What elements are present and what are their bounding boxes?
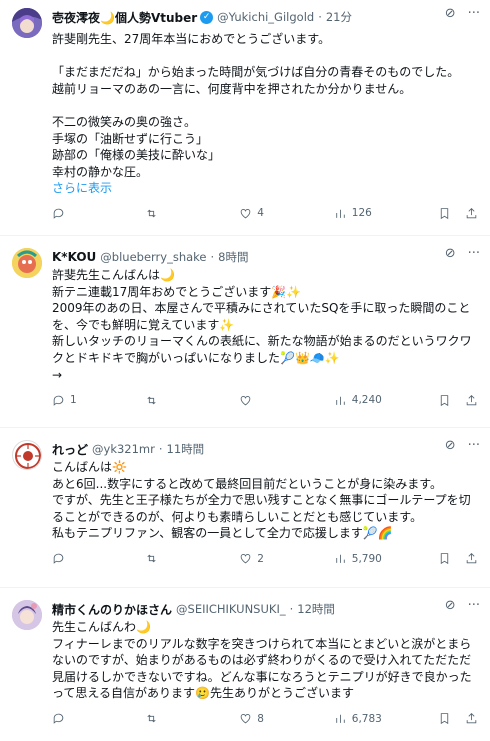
share-button[interactable] <box>465 552 478 565</box>
repost-icon <box>147 396 156 405</box>
like-button[interactable]: 8 <box>239 712 334 725</box>
bookmark-icon <box>440 553 449 565</box>
share-icon <box>466 553 477 564</box>
reply-button[interactable] <box>52 552 145 565</box>
grok-icon[interactable]: ⊘ <box>445 598 456 613</box>
bookmark-icon <box>440 394 449 406</box>
bar-chart-icon <box>336 555 345 564</box>
bookmark-icon <box>440 208 449 220</box>
grok-icon[interactable]: ⊘ <box>445 246 456 261</box>
bookmark-button[interactable] <box>438 712 451 725</box>
reply-icon <box>53 208 64 219</box>
handle[interactable]: @yk321mr <box>92 442 155 456</box>
post-text: こんばんは🔆 あと6回...数字にすると改めて最終回目前だということが身に染みま… <box>52 460 471 541</box>
repost-button[interactable] <box>145 394 240 407</box>
post-3[interactable]: れっど @yk321mr · 11時間 こんばんは🔆 あと6回...数字にすると… <box>0 428 490 588</box>
views-button[interactable]: 126 <box>334 207 438 220</box>
timestamp[interactable]: 12時間 <box>297 601 335 617</box>
repost-icon <box>147 715 156 723</box>
like-button[interactable]: 2 <box>239 552 334 565</box>
timestamp[interactable]: 11時間 <box>167 441 205 457</box>
timestamp[interactable]: 21分 <box>326 9 352 25</box>
repost-button[interactable] <box>145 712 240 725</box>
post-1[interactable]: 壱夜澪夜🌙個人勢Vtuber ✓ @Yukichi_Gilgold · 21分 … <box>0 0 490 236</box>
reply-icon <box>53 554 64 565</box>
reply-button[interactable] <box>52 207 145 220</box>
like-button[interactable] <box>239 394 334 407</box>
reply-icon <box>53 714 64 725</box>
more-options-icon[interactable]: ··· <box>468 6 480 21</box>
heart-icon <box>240 714 251 724</box>
heart-icon <box>240 395 251 406</box>
post-text: 先生こんばんわ🌙 フィナーレまでのリアルな数字を突きつけられて本当にとまどいと涙… <box>52 620 472 701</box>
avatar[interactable] <box>12 248 42 278</box>
grok-icon[interactable]: ⊘ <box>445 438 456 453</box>
display-name[interactable]: 精市くんのりかほさん <box>52 601 172 618</box>
share-button[interactable] <box>465 207 478 220</box>
bookmark-icon <box>440 713 449 725</box>
views-button[interactable]: 4,240 <box>334 394 438 407</box>
display-name[interactable]: れっど <box>52 441 88 458</box>
avatar[interactable] <box>12 440 42 470</box>
timeline: 壱夜澪夜🌙個人勢Vtuber ✓ @Yukichi_Gilgold · 21分 … <box>0 0 490 741</box>
repost-button[interactable] <box>145 207 240 220</box>
reply-icon <box>53 395 64 406</box>
reply-button[interactable]: 1 <box>52 394 145 407</box>
views-button[interactable]: 5,790 <box>334 552 438 565</box>
repost-button[interactable] <box>145 552 240 565</box>
bookmark-button[interactable] <box>438 394 451 407</box>
heart-icon <box>240 208 251 219</box>
avatar[interactable] <box>12 8 42 38</box>
share-icon <box>466 394 477 405</box>
verified-badge-icon: ✓ <box>200 10 214 24</box>
share-button[interactable] <box>465 712 478 725</box>
timestamp[interactable]: 8時間 <box>218 249 248 265</box>
more-options-icon[interactable]: ··· <box>468 598 480 613</box>
more-options-icon[interactable]: ··· <box>468 246 480 261</box>
bar-chart-icon <box>336 396 345 405</box>
repost-icon <box>147 209 156 218</box>
grok-icon[interactable]: ⊘ <box>445 6 456 21</box>
views-button[interactable]: 6,783 <box>334 712 438 725</box>
avatar[interactable] <box>12 600 42 630</box>
more-options-icon[interactable]: ··· <box>468 438 480 453</box>
reply-button[interactable] <box>52 712 145 725</box>
share-icon <box>466 713 477 724</box>
bar-chart-icon <box>336 715 345 724</box>
handle[interactable]: @SEIICHIKUNSUKI_ <box>176 602 286 616</box>
handle[interactable]: @Yukichi_Gilgold <box>217 10 314 24</box>
bookmark-button[interactable] <box>438 552 451 565</box>
display-name[interactable]: K*KOU <box>52 250 96 264</box>
show-more-link[interactable]: さらに表示 <box>52 180 478 196</box>
post-text: 許斐剛先生、27周年本当におめでとうございます。 「まだまだだね」から始まった時… <box>52 32 460 179</box>
post-4[interactable]: 精市くんのりかほさん @SEIICHIKUNSUKI_ · 12時間 先生こんば… <box>0 588 490 741</box>
repost-icon <box>147 555 156 563</box>
post-text: 許斐先生こんばんは🌙 新テニ連載17周年おめでとうございます🎉✨ 2009年のあ… <box>52 268 472 382</box>
like-button[interactable]: 4 <box>239 207 334 220</box>
display-name[interactable]: 壱夜澪夜🌙個人勢Vtuber <box>52 9 197 26</box>
share-button[interactable] <box>465 394 478 407</box>
heart-icon <box>240 554 251 564</box>
bookmark-button[interactable] <box>438 207 451 220</box>
handle[interactable]: @blueberry_shake <box>100 250 206 264</box>
share-icon <box>466 207 477 219</box>
post-2[interactable]: K*KOU @blueberry_shake · 8時間 許斐先生こんばんは🌙 … <box>0 236 490 428</box>
bar-chart-icon <box>336 209 345 218</box>
